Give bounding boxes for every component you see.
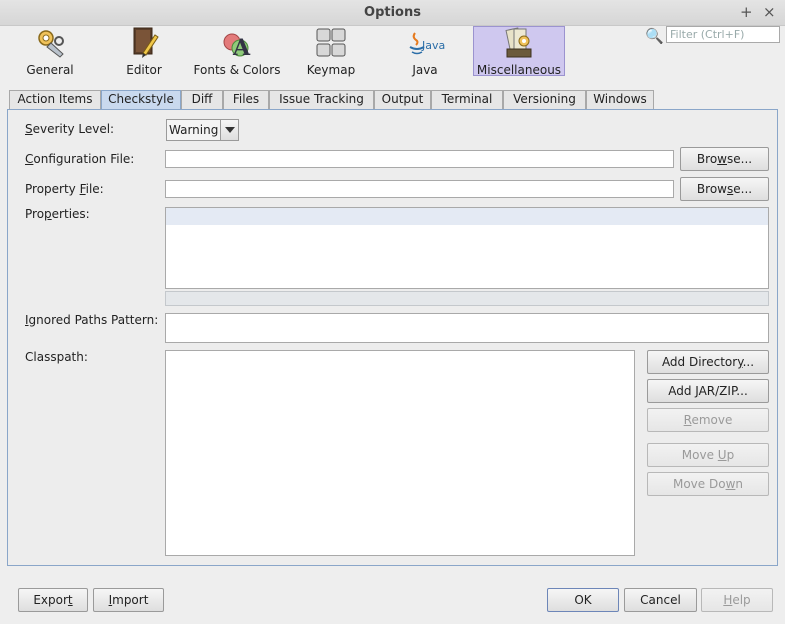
- property-file-input[interactable]: [165, 180, 674, 198]
- fonts-colors-icon: A: [223, 33, 251, 59]
- browse-configuration-button[interactable]: Browse...: [680, 147, 769, 171]
- category-fonts-colors[interactable]: A Fonts & Colors: [192, 26, 282, 77]
- severity-level-value: Warning: [169, 123, 219, 137]
- configuration-file-input[interactable]: [165, 150, 674, 168]
- ok-button[interactable]: OK: [547, 588, 619, 612]
- miscellaneous-icon: [505, 27, 532, 58]
- category-keymap[interactable]: Keymap: [303, 26, 359, 77]
- classpath-label: Classpath:: [25, 350, 88, 364]
- severity-level-label: Severity Level:: [25, 122, 115, 136]
- tab-windows[interactable]: Windows: [586, 90, 654, 109]
- severity-level-select[interactable]: Warning: [166, 119, 239, 141]
- java-icon: Java: [409, 32, 445, 55]
- tab-terminal[interactable]: Terminal: [431, 90, 503, 109]
- tab-issue-tracking[interactable]: Issue Tracking: [269, 90, 374, 109]
- close-icon[interactable]: ×: [763, 3, 776, 21]
- category-toolbar: General Editor A Fonts & Colors Keymap J…: [0, 26, 785, 78]
- ignored-paths-input[interactable]: [165, 313, 769, 343]
- category-editor[interactable]: Editor: [118, 26, 170, 77]
- category-label: Keymap: [306, 63, 356, 77]
- help-button[interactable]: Help: [701, 588, 773, 612]
- import-button[interactable]: Import: [93, 588, 164, 612]
- window-title: Options: [364, 5, 421, 20]
- tab-files[interactable]: Files: [223, 90, 269, 109]
- remove-button[interactable]: Remove: [647, 408, 769, 432]
- property-file-label: Property File:: [25, 182, 104, 196]
- category-miscellaneous[interactable]: Miscellaneous: [473, 26, 565, 77]
- properties-textarea[interactable]: [165, 207, 769, 289]
- add-directory-button[interactable]: Add Directory...: [647, 350, 769, 374]
- category-label: General: [26, 63, 74, 77]
- search-icon: 🔍: [645, 27, 664, 45]
- tab-checkstyle[interactable]: Checkstyle: [101, 90, 181, 110]
- move-down-button[interactable]: Move Down: [647, 472, 769, 496]
- tab-action-items[interactable]: Action Items: [9, 90, 101, 109]
- keymap-icon: [316, 28, 346, 57]
- svg-text:A: A: [232, 35, 251, 59]
- general-icon: [38, 30, 64, 58]
- properties-highlight-row: [166, 208, 768, 225]
- classpath-list[interactable]: [165, 350, 635, 556]
- tab-bar: Action Items Checkstyle Diff Files Issue…: [0, 90, 785, 110]
- filter-input[interactable]: [666, 26, 780, 43]
- properties-scrollbar[interactable]: [165, 291, 769, 306]
- category-label: Fonts & Colors: [193, 63, 281, 77]
- ignored-paths-label: Ignored Paths Pattern:: [25, 313, 159, 327]
- pin-icon[interactable]: +: [740, 3, 753, 21]
- editor-icon: [133, 27, 159, 58]
- export-button[interactable]: Export: [18, 588, 88, 612]
- cancel-button[interactable]: Cancel: [624, 588, 697, 612]
- tab-versioning[interactable]: Versioning: [503, 90, 586, 109]
- category-label: Java: [412, 63, 438, 77]
- tab-diff[interactable]: Diff: [181, 90, 223, 109]
- configuration-file-label: Configuration File:: [25, 152, 135, 166]
- category-general[interactable]: General: [21, 26, 79, 77]
- category-label: Editor: [126, 63, 162, 77]
- add-jar-zip-button[interactable]: Add JAR/ZIP...: [647, 379, 769, 403]
- move-up-button[interactable]: Move Up: [647, 443, 769, 467]
- checkstyle-panel: Severity Level: Warning Configuration Fi…: [7, 109, 778, 566]
- title-bar: Options + ×: [0, 0, 785, 26]
- category-java[interactable]: Java Java: [396, 26, 454, 77]
- browse-property-button[interactable]: Browse...: [680, 177, 769, 201]
- category-label: Miscellaneous: [476, 63, 562, 77]
- properties-label: Properties:: [25, 207, 90, 221]
- svg-text:Java: Java: [421, 39, 445, 52]
- chevron-down-icon[interactable]: [220, 120, 238, 140]
- tab-output[interactable]: Output: [374, 90, 431, 109]
